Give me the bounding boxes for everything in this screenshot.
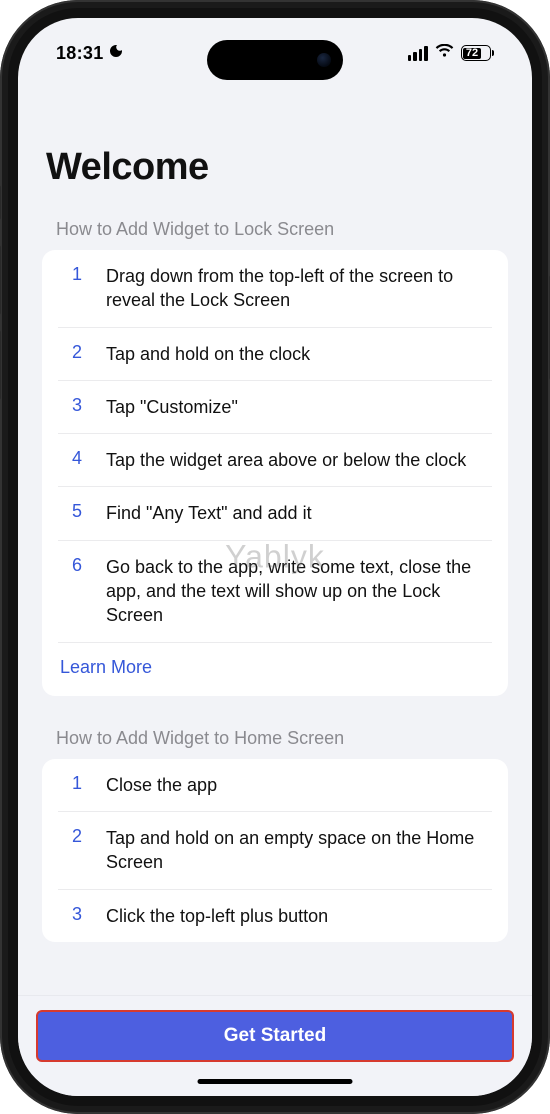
step-text: Click the top-left plus button bbox=[106, 904, 492, 928]
silence-switch bbox=[0, 185, 1, 220]
step-text: Tap and hold on the clock bbox=[106, 342, 492, 366]
list-item: 1 Drag down from the top-left of the scr… bbox=[58, 250, 492, 328]
list-item: 2 Tap and hold on the clock bbox=[58, 328, 492, 381]
step-number: 1 bbox=[68, 264, 82, 313]
step-number: 2 bbox=[68, 342, 82, 366]
dynamic-island bbox=[207, 40, 343, 80]
scroll-area[interactable]: Welcome How to Add Widget to Lock Screen… bbox=[18, 118, 532, 995]
get-started-button[interactable]: Get Started bbox=[36, 1010, 514, 1062]
step-text: Tap "Customize" bbox=[106, 395, 492, 419]
step-text: Find "Any Text" and add it bbox=[106, 501, 492, 525]
learn-more-link[interactable]: Learn More bbox=[58, 642, 492, 696]
device-frame: 18:31 72 bbox=[0, 0, 550, 1114]
step-number: 3 bbox=[68, 904, 82, 928]
step-text: Tap and hold on an empty space on the Ho… bbox=[106, 826, 492, 875]
step-number: 3 bbox=[68, 395, 82, 419]
list-item: 5 Find "Any Text" and add it bbox=[58, 487, 492, 540]
volume-down-button bbox=[0, 330, 1, 400]
volume-up-button bbox=[0, 245, 1, 315]
step-number: 1 bbox=[68, 773, 82, 797]
step-text: Tap the widget area above or below the c… bbox=[106, 448, 492, 472]
step-text: Drag down from the top-left of the scree… bbox=[106, 264, 492, 313]
step-number: 6 bbox=[68, 555, 82, 628]
list-item: 4 Tap the widget area above or below the… bbox=[58, 434, 492, 487]
cellular-signal-icon bbox=[408, 46, 428, 61]
section-heading-home: How to Add Widget to Home Screen bbox=[56, 728, 508, 749]
section-heading-lock: How to Add Widget to Lock Screen bbox=[56, 219, 508, 240]
list-item: 1 Close the app bbox=[58, 759, 492, 812]
instructions-card-lock: 1 Drag down from the top-left of the scr… bbox=[42, 250, 508, 696]
battery-icon: 72 bbox=[461, 45, 495, 61]
list-item: 2 Tap and hold on an empty space on the … bbox=[58, 812, 492, 890]
wifi-icon bbox=[435, 44, 454, 63]
step-number: 4 bbox=[68, 448, 82, 472]
step-text: Go back to the app, write some text, clo… bbox=[106, 555, 492, 628]
home-indicator[interactable] bbox=[198, 1079, 353, 1084]
step-number: 5 bbox=[68, 501, 82, 525]
do-not-disturb-icon bbox=[108, 43, 124, 64]
list-item: 3 Click the top-left plus button bbox=[58, 890, 492, 942]
list-item: 6 Go back to the app, write some text, c… bbox=[58, 541, 492, 642]
status-time: 18:31 bbox=[56, 43, 104, 64]
step-number: 2 bbox=[68, 826, 82, 875]
step-text: Close the app bbox=[106, 773, 492, 797]
instructions-card-home: 1 Close the app 2 Tap and hold on an emp… bbox=[42, 759, 508, 942]
page-title: Welcome bbox=[46, 146, 508, 189]
front-camera bbox=[317, 53, 331, 67]
list-item: 3 Tap "Customize" bbox=[58, 381, 492, 434]
